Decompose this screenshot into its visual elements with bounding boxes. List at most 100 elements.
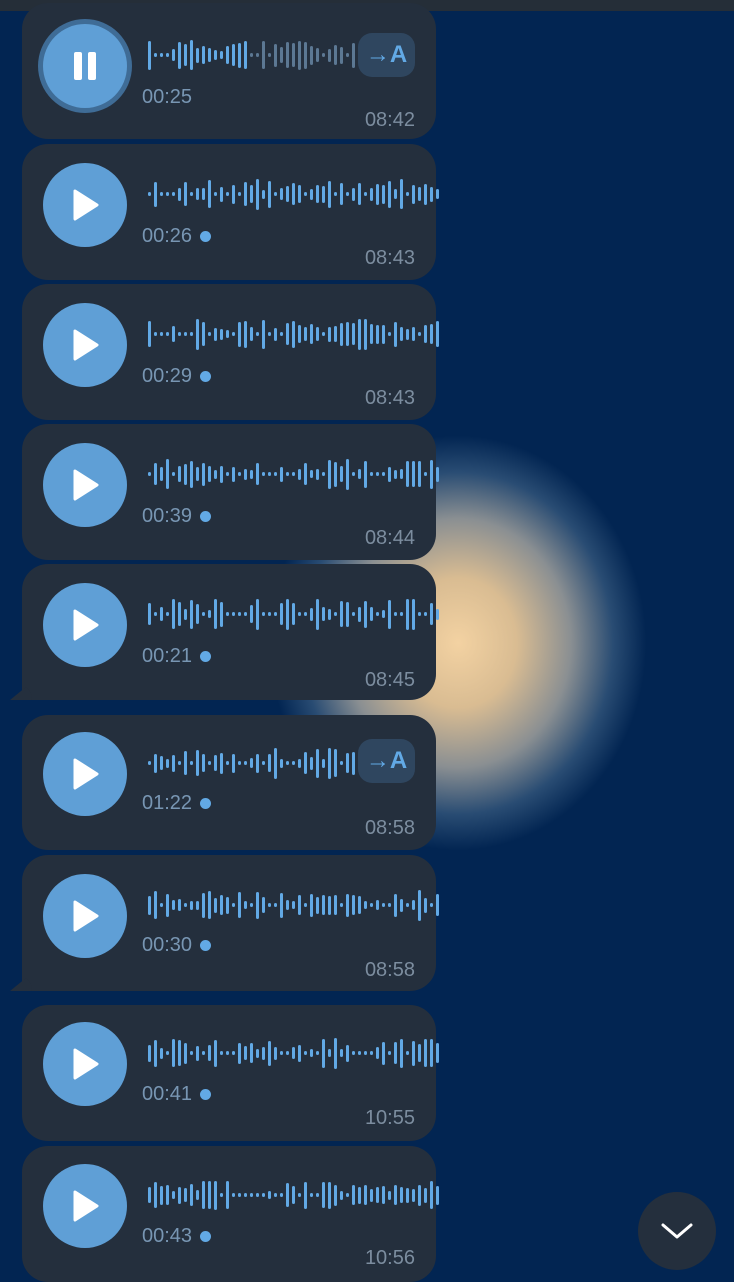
unplayed-dot: [200, 511, 212, 522]
waveform-bar: [340, 466, 343, 482]
voice-message-bubble[interactable]: 00:39 08:44: [22, 424, 439, 560]
waveform-bar: [160, 903, 163, 907]
play-button[interactable]: [43, 163, 127, 247]
waveform-seekbar[interactable]: [148, 1178, 439, 1212]
message-timestamp: 08:43: [364, 387, 415, 409]
message-timestamp: 08:42: [364, 109, 415, 131]
waveform-bar: [250, 605, 253, 623]
voice-message-bubble[interactable]: 00:21 08:45: [10, 564, 439, 700]
pause-button[interactable]: [43, 24, 127, 108]
waveform-bar: [184, 1042, 187, 1064]
waveform-bar: [436, 321, 439, 347]
waveform-bar: [286, 323, 289, 345]
waveform-bar: [388, 599, 391, 629]
voice-message-bubble[interactable]: 00:30 08:58: [10, 855, 439, 991]
waveform-seekbar[interactable]: [148, 177, 439, 211]
waveform-bar: [160, 332, 163, 336]
waveform-bar: [280, 892, 283, 918]
play-button[interactable]: [43, 443, 127, 527]
waveform-bar: [388, 332, 391, 336]
play-button[interactable]: [43, 732, 127, 816]
waveform-bar: [412, 598, 415, 630]
waveform-bar: [310, 756, 313, 770]
waveform-bar: [172, 754, 175, 772]
waveform-bar: [304, 463, 307, 485]
waveform-bar: [214, 755, 217, 771]
play-button[interactable]: [43, 583, 127, 667]
waveform-bar: [304, 1181, 307, 1209]
waveform-bar: [370, 607, 373, 621]
play-button[interactable]: [43, 1022, 127, 1106]
waveform-bar: [322, 1182, 325, 1208]
waveform-bar: [424, 183, 427, 205]
waveform-seekbar[interactable]: [148, 1036, 439, 1070]
waveform-seekbar[interactable]: [148, 597, 439, 631]
waveform-bar: [334, 192, 337, 196]
waveform-bar: [220, 328, 223, 340]
waveform-bar: [388, 180, 391, 208]
waveform-bar: [208, 610, 211, 618]
play-button[interactable]: [43, 1164, 127, 1248]
waveform-bar: [340, 1190, 343, 1200]
waveform-bar: [226, 46, 229, 64]
waveform-bar: [262, 41, 265, 69]
waveform-bar: [382, 472, 385, 476]
duration-text: 00:43: [142, 1225, 193, 1247]
waveform-bar: [322, 185, 325, 203]
waveform-seekbar[interactable]: [148, 888, 439, 922]
waveform-bar: [256, 463, 259, 485]
waveform-bar: [154, 753, 157, 773]
voice-message-bubble[interactable]: 00:26 08:43: [22, 144, 439, 280]
voice-message-bubble[interactable]: 00:43 10:56: [22, 1146, 439, 1282]
waveform-bar: [358, 896, 361, 914]
voice-duration: 00:25: [142, 86, 192, 109]
waveform-bar: [388, 1190, 391, 1200]
waveform-bar: [364, 1185, 367, 1205]
waveform-bar: [382, 610, 385, 618]
transcribe-button[interactable]: →A: [358, 33, 415, 77]
waveform-bar: [226, 192, 229, 196]
waveform-bar: [178, 1040, 181, 1066]
waveform-bar: [364, 460, 367, 488]
waveform-bar: [202, 46, 205, 64]
bubble-tail: [10, 973, 32, 991]
waveform-seekbar[interactable]: [148, 457, 439, 491]
waveform-bar: [262, 189, 265, 199]
voice-message-bubble[interactable]: →A 01:22 08:58: [22, 715, 436, 850]
waveform-bar: [172, 192, 175, 196]
waveform-seekbar[interactable]: [148, 38, 367, 72]
waveform-bar: [160, 192, 163, 196]
waveform-bar: [184, 332, 187, 336]
waveform-bar: [274, 472, 277, 476]
waveform-bar: [184, 751, 187, 775]
waveform-seekbar[interactable]: [148, 317, 439, 351]
waveform-seekbar[interactable]: [148, 746, 367, 780]
voice-message-bubble[interactable]: 00:29 08:43: [22, 284, 439, 420]
play-button[interactable]: [43, 874, 127, 958]
waveform-bar: [376, 472, 379, 476]
chevron-down-icon: [661, 1223, 693, 1239]
waveform-bar: [196, 188, 199, 200]
scroll-to-bottom-button[interactable]: [638, 1192, 716, 1270]
waveform-bar: [244, 320, 247, 348]
voice-duration: 00:26: [142, 225, 212, 248]
waveform-bar: [238, 472, 241, 476]
waveform-bar: [196, 318, 199, 350]
voice-message-bubble[interactable]: →A 00:25 08:42: [22, 3, 436, 139]
duration-text: 00:29: [142, 365, 193, 387]
waveform-bar: [178, 41, 181, 69]
waveform-bar: [292, 472, 295, 476]
waveform-bar: [298, 185, 301, 203]
play-button[interactable]: [43, 303, 127, 387]
waveform-bar: [274, 1046, 277, 1060]
waveform-bar: [256, 753, 259, 773]
waveform-bar: [184, 608, 187, 620]
waveform-bar: [178, 1186, 181, 1204]
waveform-bar: [418, 612, 421, 616]
transcribe-button[interactable]: →A: [358, 739, 415, 783]
voice-message-bubble[interactable]: 00:41 10:55: [22, 1005, 439, 1141]
waveform-bar: [250, 903, 253, 907]
waveform-bar: [208, 1045, 211, 1061]
waveform-bar: [280, 758, 283, 768]
waveform-bar: [262, 761, 265, 765]
